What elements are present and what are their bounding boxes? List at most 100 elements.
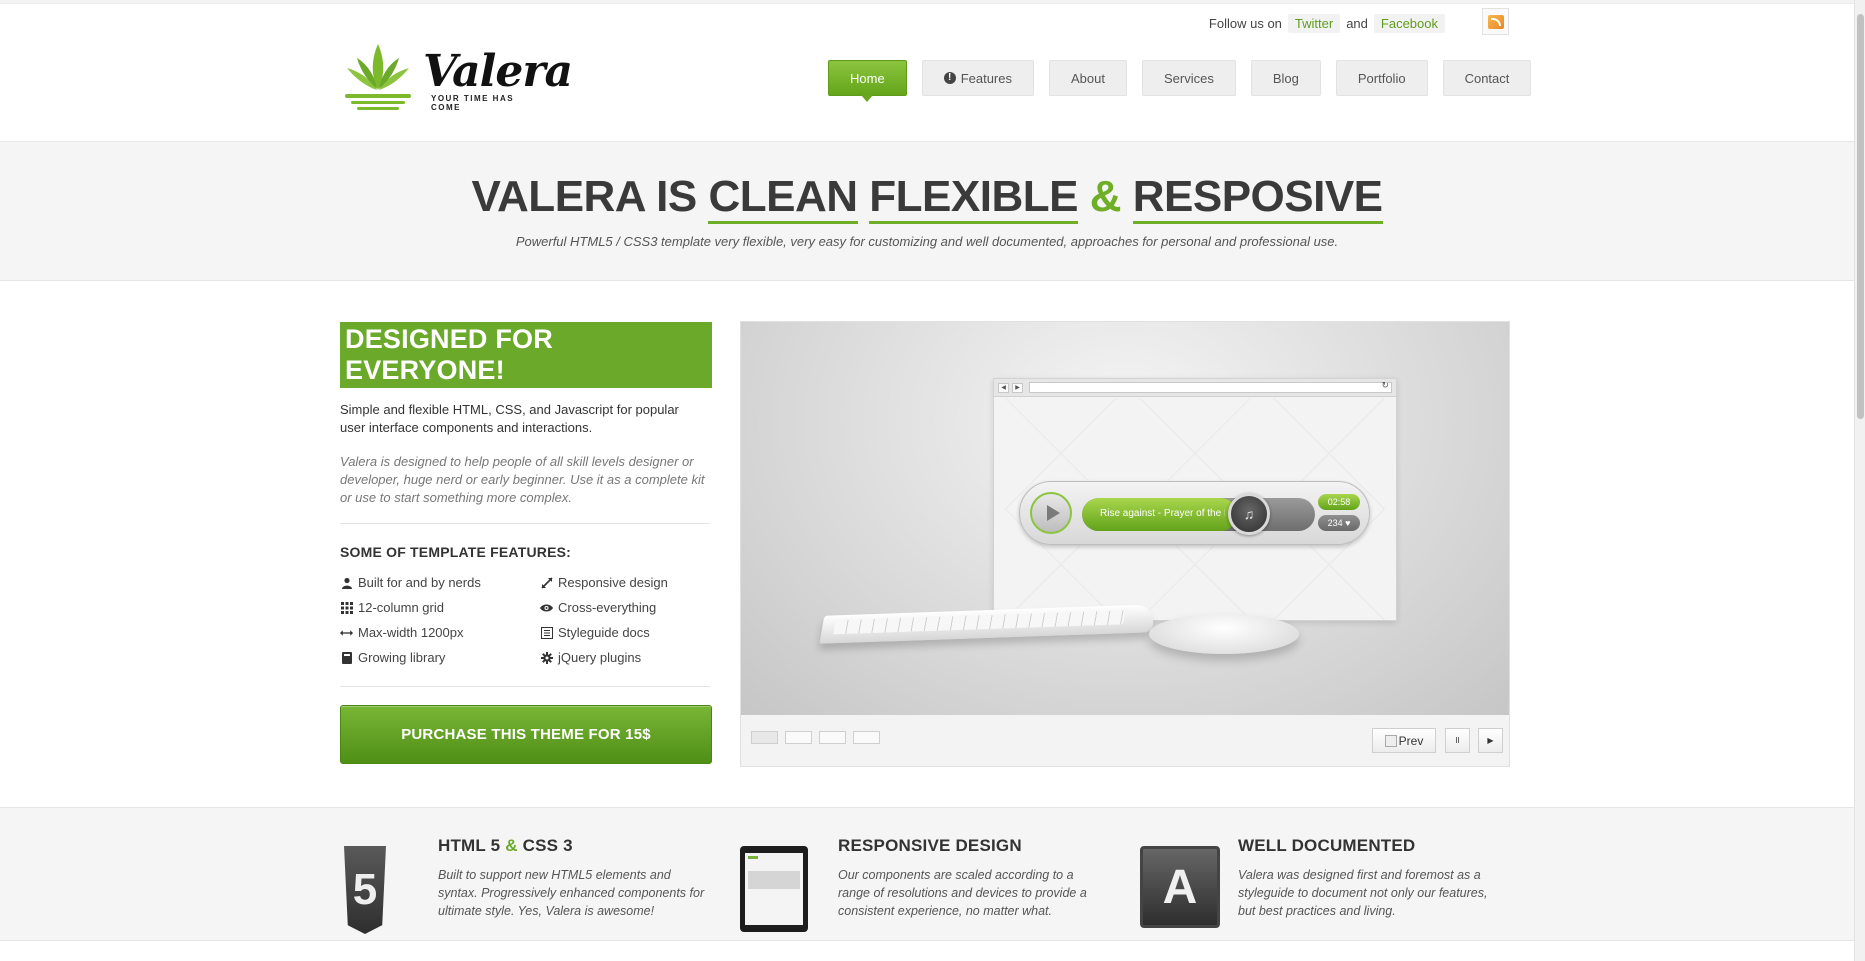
divider: [340, 686, 710, 687]
feature-item: jQuery plugins: [540, 649, 710, 666]
next-icon: ▶: [1487, 736, 1494, 745]
user-icon: [340, 576, 353, 589]
tablet-screen: [745, 853, 803, 925]
slide-image[interactable]: ◀ ▶ Rise against - Prayer of the Refugee…: [741, 322, 1509, 715]
nav-home[interactable]: Home: [828, 60, 907, 102]
feature-text: Our components are scaled according to a…: [838, 868, 1087, 918]
player-likes: 234 ♥: [1318, 515, 1360, 531]
site-logo[interactable]: Valera YOUR TIME HAS COME: [343, 42, 573, 112]
book-icon: [340, 651, 353, 664]
facebook-link[interactable]: Facebook: [1373, 14, 1445, 33]
list-icon: [540, 626, 553, 639]
nav-label: About: [1071, 70, 1105, 86]
intro-column: DESIGNED FOR EVERYONE! Simple and flexib…: [340, 322, 712, 764]
hero-title-flexible: FLEXIBLE: [869, 172, 1078, 224]
title-part: CSS 3: [522, 836, 573, 855]
feature-title: RESPONSIVE DESIGN: [838, 836, 1022, 855]
feature-item: Growing library: [340, 649, 540, 666]
feature-label: Max-width 1200px: [358, 625, 464, 640]
divider: [340, 523, 710, 524]
back-arrow-icon: ◀: [998, 382, 1009, 393]
feature-item: Responsive design: [540, 574, 710, 591]
feature-label: jQuery plugins: [558, 650, 642, 665]
hero-title-clean: CLEAN: [708, 172, 858, 224]
title-amp: &: [505, 836, 518, 855]
nav-blog[interactable]: Blog: [1250, 60, 1321, 96]
feature-title: HTML 5 & CSS 3: [438, 836, 573, 856]
image-slider: ◀ ▶ Rise against - Prayer of the Refugee…: [740, 321, 1510, 767]
intro-text: Simple and flexible HTML, CSS, and Javas…: [340, 402, 679, 435]
slider-dot[interactable]: [853, 731, 880, 744]
feature-item: Cross-everything: [540, 599, 710, 616]
slider-next-button[interactable]: ▶: [1478, 728, 1503, 753]
browser-toolbar: ◀ ▶: [994, 379, 1396, 397]
grid-icon: [340, 601, 353, 614]
hero-title-responsive: RESPOSIVE: [1132, 172, 1383, 224]
logo-tagline: YOUR TIME HAS COME: [431, 94, 515, 112]
page-scrollbar[interactable]: [1854, 0, 1865, 961]
slider-dot[interactable]: [751, 731, 778, 744]
hero-title: VALERA IS CLEAN FLEXIBLE & RESPOSIVE: [0, 172, 1854, 224]
reload-icon: [1029, 380, 1392, 393]
eye-icon: [540, 601, 553, 614]
features-title: SOME OF TEMPLATE FEATURES:: [340, 544, 572, 560]
twitter-link[interactable]: Twitter: [1287, 14, 1341, 33]
follow-text: Follow us on: [1208, 16, 1282, 31]
feature-text: Built to support new HTML5 elements and …: [438, 868, 705, 918]
hero-title-amp: &: [1089, 172, 1122, 221]
feature-label: Growing library: [358, 650, 446, 665]
and-text: and: [1346, 16, 1368, 31]
title-part: HTML 5: [438, 836, 501, 855]
features-band: 5 HTML 5 & CSS 3 Built to support new HT…: [0, 807, 1854, 941]
feature-label: 12-column grid: [358, 600, 444, 615]
feature-label: Built for and by nerds: [358, 575, 481, 590]
scrollbar-thumb[interactable]: [1857, 14, 1864, 419]
logo-wordmark: Valera: [423, 46, 573, 97]
music-player-illustration: Rise against - Prayer of the Refugee ♫ 0…: [1019, 481, 1370, 545]
slider-prev-button[interactable]: Prev: [1372, 728, 1436, 753]
cog-icon: [540, 651, 553, 664]
feature-label: Styleguide docs: [558, 625, 650, 640]
horizontal-arrows-icon: [340, 626, 353, 639]
feature-item: Styleguide docs: [540, 624, 710, 641]
track-title: Rise against - Prayer of the Refugee: [1100, 508, 1225, 519]
pause-icon: II: [1455, 736, 1460, 745]
keyboard-illustration: [819, 604, 1157, 644]
nav-label: Features: [960, 70, 1012, 86]
nav-about[interactable]: About: [1049, 60, 1127, 96]
feature-item: Max-width 1200px: [340, 624, 540, 641]
resize-icon: [540, 576, 553, 589]
features-list: Built for and by nerds Responsive design…: [340, 574, 712, 666]
player-track: Rise against - Prayer of the Refugee: [1082, 498, 1315, 531]
purchase-button[interactable]: PURCHASE THIS THEME FOR 15$: [340, 705, 712, 764]
slider-pagination: [751, 731, 880, 744]
player-time: 02:58: [1318, 494, 1360, 510]
music-note-icon: ♫: [1228, 493, 1270, 535]
slider-dot[interactable]: [785, 731, 812, 744]
hero-title-part: VALERA IS: [471, 172, 697, 221]
nav-portfolio[interactable]: Portfolio: [1335, 60, 1428, 96]
nav-label: Blog: [1272, 70, 1299, 86]
nav-label: Contact: [1464, 70, 1510, 86]
slider-pause-button[interactable]: II: [1445, 728, 1470, 753]
slider-dot[interactable]: [819, 731, 846, 744]
nav-services[interactable]: Services: [1141, 60, 1236, 96]
nav-label: Portfolio: [1357, 70, 1406, 86]
follow-us: Follow us on Twitter and Facebook: [1209, 14, 1445, 33]
mouse-illustration: [1149, 614, 1299, 654]
designed-heading: DESIGNED FOR EVERYONE!: [340, 322, 712, 388]
feature-title: WELL DOCUMENTED: [1238, 836, 1416, 855]
feature-item: 12-column grid: [340, 599, 540, 616]
forward-arrow-icon: ▶: [1012, 382, 1023, 393]
nav-features[interactable]: ! Features: [921, 60, 1034, 96]
nav-contact[interactable]: Contact: [1442, 60, 1532, 96]
feature-item: Built for and by nerds: [340, 574, 540, 591]
hero-subtitle: Powerful HTML5 / CSS3 template very flex…: [515, 234, 1339, 249]
feature-label: Responsive design: [558, 575, 668, 590]
leaf-logo-icon: [345, 44, 411, 110]
rss-button[interactable]: [1482, 8, 1509, 35]
nav-label: Services: [1163, 70, 1214, 86]
hero-banner: VALERA IS CLEAN FLEXIBLE & RESPOSIVE Pow…: [0, 141, 1854, 281]
html5-shield: 5: [344, 846, 386, 934]
main-nav: Home ! Features About Services Blog Portf…: [828, 60, 1532, 102]
